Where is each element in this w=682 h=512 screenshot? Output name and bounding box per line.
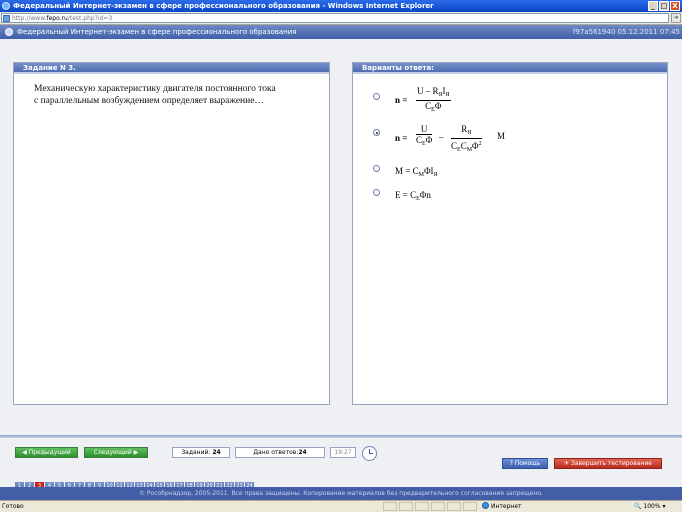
f2b-numerator: RЯ — [451, 124, 482, 139]
content-area: Задание N 3. Механическую характеристику… — [0, 39, 682, 435]
question-line-2: с параллельным возбуждением определяет в… — [34, 96, 264, 106]
formula-1-denominator: CEΦ — [416, 101, 451, 115]
minimize-button[interactable]: _ — [648, 1, 658, 11]
radio-dot-icon — [375, 131, 378, 134]
tasks-label: Заданий: — [181, 449, 211, 456]
formula-2-fraction-2: RЯ CECMΦ2 — [451, 124, 482, 155]
zoom-level: 100% — [643, 503, 661, 510]
exam-title: Федеральный Интернет-экзамен в сфере про… — [17, 28, 297, 36]
f1-den-b: Φ — [434, 101, 442, 111]
answer-option-4[interactable]: E = CEΦn — [373, 187, 653, 203]
timer: 19:27 — [330, 447, 356, 458]
f4-b: Φn — [419, 190, 431, 200]
radio-option-1[interactable] — [373, 93, 380, 100]
question-line-1: Механическую характеристику двигателя по… — [34, 84, 276, 94]
radio-option-4[interactable] — [373, 189, 380, 196]
help-button[interactable]: ? Помощь — [502, 458, 548, 469]
radio-option-3[interactable] — [373, 165, 380, 172]
f3-sub2: Я — [433, 172, 438, 178]
divider — [0, 435, 682, 438]
finish-button[interactable]: ✈ Завершить тестирование — [554, 458, 662, 469]
window-titlebar: Федеральный Интернет-экзамен в сфере про… — [0, 0, 682, 12]
tasks-count: 24 — [212, 449, 221, 456]
formula-2-minus: – — [439, 132, 444, 142]
page-icon — [3, 15, 10, 22]
status-text: Готово — [2, 503, 24, 510]
close-button[interactable]: X — [670, 1, 680, 11]
status-cell — [447, 502, 461, 511]
f1-num-a: U – R — [417, 86, 439, 96]
f2a-numerator: U — [416, 124, 433, 135]
formula-1-fraction: U – RЯIЯ CEΦ — [416, 86, 451, 115]
f4-a: E = C — [395, 190, 417, 200]
status-cell — [431, 502, 445, 511]
task-heading: Задание N 3. — [14, 63, 329, 74]
answer-option-3[interactable]: M = CMΦIЯ — [373, 163, 653, 179]
radio-option-2-selected[interactable] — [373, 129, 380, 136]
window-title: Федеральный Интернет-экзамен в сфере про… — [13, 2, 434, 10]
status-cell — [415, 502, 429, 511]
answered-label: Дано ответов: — [253, 449, 299, 456]
f2b-num-sub: Я — [467, 130, 472, 136]
help-label: Помощь — [514, 460, 541, 467]
maximize-button[interactable]: □ — [659, 1, 669, 11]
next-button[interactable]: Следующий ▶ — [84, 447, 148, 458]
exam-header: Федеральный Интернет-экзамен в сфере про… — [0, 25, 682, 39]
answered-count: 24 — [298, 449, 307, 456]
answers-heading: Варианты ответа: — [353, 63, 667, 74]
go-icon[interactable]: ➜ — [671, 13, 681, 23]
logo-icon — [5, 28, 13, 36]
f1-num-sub2: Я — [445, 92, 450, 98]
ie-icon — [2, 2, 10, 10]
task-panel: Задание N 3. Механическую характеристику… — [13, 62, 330, 405]
answers-panel: Варианты ответа: n = U – RЯIЯ CEΦ n = U … — [352, 62, 668, 405]
zone-label: Интернет — [491, 503, 522, 510]
next-label: Следующий — [93, 449, 132, 456]
finish-label: Завершить тестирование — [570, 460, 652, 467]
formula-1-numerator: U – RЯIЯ — [416, 86, 451, 101]
address-input[interactable]: http://www.fepo.ru/test.php?id=3 — [1, 13, 669, 23]
f2b-denominator: CECMΦ2 — [451, 139, 482, 155]
formula-2-lhs: n = — [395, 133, 408, 143]
f2b-den-c: Φ — [472, 141, 479, 151]
f2a-denominator: CEΦ — [416, 135, 432, 149]
status-cell — [383, 502, 397, 511]
copyright-footer: © Рособрнадзор, 2005-2011. Все права защ… — [0, 487, 682, 500]
prev-label: Предыдущий — [28, 449, 71, 456]
exam-app: Федеральный Интернет-экзамен в сфере про… — [0, 25, 682, 500]
f2a-den-b: Φ — [425, 135, 433, 145]
zoom-control[interactable]: 🔍 100% ▾ — [634, 501, 665, 512]
url-host: fepo.ru — [46, 15, 68, 22]
f3-b: ΦI — [423, 166, 434, 176]
question-text: Механическую характеристику двигателя по… — [34, 83, 324, 107]
formula-4: E = CEΦn — [395, 190, 431, 204]
formula-1: n = — [395, 95, 407, 105]
answer-option-1[interactable]: n = U – RЯIЯ CEΦ — [373, 83, 653, 113]
globe-icon — [482, 502, 489, 509]
formula-2-fraction-1: U CEΦ — [416, 124, 433, 149]
answered-count-box: Дано ответов:24 — [235, 447, 325, 458]
tasks-count-box: Заданий: 24 — [172, 447, 230, 458]
clock-icon — [362, 446, 377, 461]
status-cell — [399, 502, 413, 511]
formula-2-tail: M — [497, 131, 506, 141]
session-info: f97a561940 05.12.2011 07:45 — [572, 28, 680, 36]
status-bar: Готово Интернет 🔍 100% ▾ — [0, 500, 682, 512]
formula-2: n = — [395, 133, 407, 143]
formula-1-lhs: n = — [395, 95, 408, 105]
formula-3: M = CMΦIЯ — [395, 166, 438, 180]
f2b-den-sup: 2 — [478, 141, 482, 147]
status-cell — [463, 502, 477, 511]
prev-button[interactable]: ◀ Предыдущий — [15, 447, 78, 458]
address-bar: http://www.fepo.ru/test.php?id=3 ➜ — [0, 12, 682, 25]
url-prefix: http://www. — [12, 15, 47, 22]
f3-a: M = C — [395, 166, 419, 176]
url-path: /test.php?id=3 — [67, 15, 113, 22]
security-zone: Интернет — [482, 501, 522, 512]
answer-option-2[interactable]: n = U CEΦ – RЯ CECMΦ2 M — [373, 121, 653, 155]
